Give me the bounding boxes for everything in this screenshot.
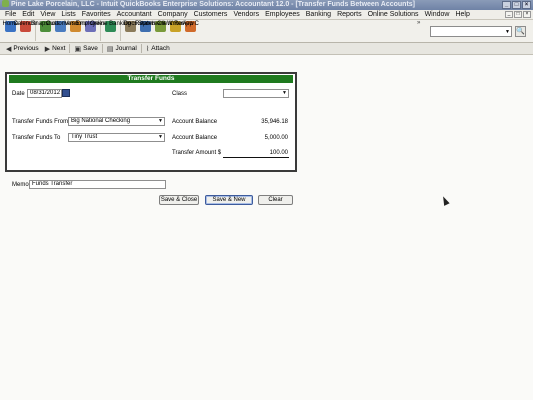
menu-help[interactable]: Help [452, 11, 472, 18]
menu-company[interactable]: Company [155, 11, 191, 18]
to-account-balance-label: Account Balance [172, 135, 218, 141]
iconbar-client-review[interactable]: Client Review [157, 20, 194, 42]
from-account-balance-value: 35,946.18 [261, 119, 288, 125]
menu-bar: File Edit View Lists Favorites Accountan… [0, 10, 533, 20]
toolbar-separator [69, 44, 71, 53]
iconbar-online-banking[interactable]: Online Banking [90, 20, 131, 42]
save-button[interactable]: ▣ Save [71, 45, 100, 53]
from-account-balance-label: Account Balance [172, 119, 218, 125]
class-label: Class [172, 91, 188, 97]
attach-button[interactable]: ⌇ Attach [143, 45, 173, 53]
calendar-picker-icon[interactable] [62, 89, 70, 97]
transfer-to-dropdown[interactable]: Tiny Trust ▼ [68, 133, 165, 142]
transfer-amount-value: 100.00 [269, 150, 288, 156]
toolbar-separator [101, 44, 103, 53]
window-title: Pine Lake Porcelain, LLC - Intuit QuickB… [11, 1, 415, 8]
window-title-bar: Pine Lake Porcelain, LLC - Intuit QuickB… [0, 0, 533, 10]
toolbar-separator [140, 44, 142, 53]
menu-reports[interactable]: Reports [334, 11, 365, 18]
document-window-controls: _ □ × [505, 11, 533, 18]
transfer-amount-label: Transfer Amount $ [172, 150, 222, 156]
quickbooks-logo-icon [2, 0, 9, 7]
search-button[interactable]: 🔍 [515, 26, 526, 37]
journal-button[interactable]: ▤ Journal [104, 45, 140, 53]
save-close-button[interactable]: Save & Close [159, 195, 199, 205]
search-dropdown-arrow-icon[interactable]: ▼ [505, 29, 510, 35]
menu-edit[interactable]: Edit [19, 11, 37, 18]
menu-customers[interactable]: Customers [191, 11, 231, 18]
iconbar-app-center[interactable]: App C [182, 20, 199, 42]
transfer-funds-header: Transfer Funds [9, 75, 293, 83]
menu-view[interactable]: View [37, 11, 58, 18]
previous-button[interactable]: ◀ Previous [3, 45, 42, 53]
chevron-down-icon: ▼ [282, 90, 287, 96]
document-restore-button[interactable]: □ [514, 11, 522, 18]
document-minimize-button[interactable]: _ [505, 11, 513, 18]
menu-lists[interactable]: Lists [58, 11, 78, 18]
memo-label: Memo [12, 182, 29, 188]
minimize-button[interactable]: _ [502, 1, 511, 9]
date-label: Date [12, 91, 25, 97]
floppy-disk-icon: ▣ [74, 45, 82, 53]
journal-icon: ▤ [106, 45, 114, 53]
menu-favorites[interactable]: Favorites [79, 11, 114, 18]
paperclip-icon: ⌇ [145, 45, 150, 53]
chevron-down-icon: ▼ [158, 134, 163, 140]
menu-banking[interactable]: Banking [303, 11, 334, 18]
class-dropdown[interactable]: ▼ [223, 89, 289, 98]
arrow-left-icon: ◀ [6, 45, 12, 53]
form-toolbar: ◀ Previous ▶ Next ▣ Save ▤ Journal ⌇ Attach [0, 43, 533, 55]
menu-window[interactable]: Window [422, 11, 453, 18]
menu-file[interactable]: File [2, 11, 19, 18]
next-button[interactable]: ▶ Next [42, 45, 69, 53]
iconbar-more-chevron-icon[interactable]: » [417, 20, 420, 26]
clear-button[interactable]: Clear [258, 195, 293, 205]
date-field[interactable]: 08/31/2012 [27, 89, 62, 98]
menu-vendors[interactable]: Vendors [230, 11, 262, 18]
close-button[interactable]: × [522, 1, 531, 9]
chevron-down-icon: ▼ [158, 118, 163, 124]
memo-field[interactable]: Funds Transfer [29, 180, 166, 189]
menu-accountant[interactable]: Accountant [114, 11, 155, 18]
save-new-button[interactable]: Save & New [205, 195, 253, 205]
window-controls: _ □ × [502, 1, 531, 9]
arrow-right-icon: ▶ [44, 45, 51, 53]
transfer-to-label: Transfer Funds To [12, 135, 61, 141]
maximize-button[interactable]: □ [512, 1, 521, 9]
menu-employees[interactable]: Employees [262, 11, 303, 18]
transfer-from-dropdown[interactable]: Big National Checking ▼ [68, 117, 165, 126]
search-input[interactable]: ▼ [430, 26, 512, 37]
document-close-button[interactable]: × [523, 11, 531, 18]
menu-online-solutions[interactable]: Online Solutions [365, 11, 422, 18]
to-account-balance-value: 5,000.00 [264, 135, 288, 141]
transfer-from-label: Transfer Funds From [12, 119, 69, 125]
